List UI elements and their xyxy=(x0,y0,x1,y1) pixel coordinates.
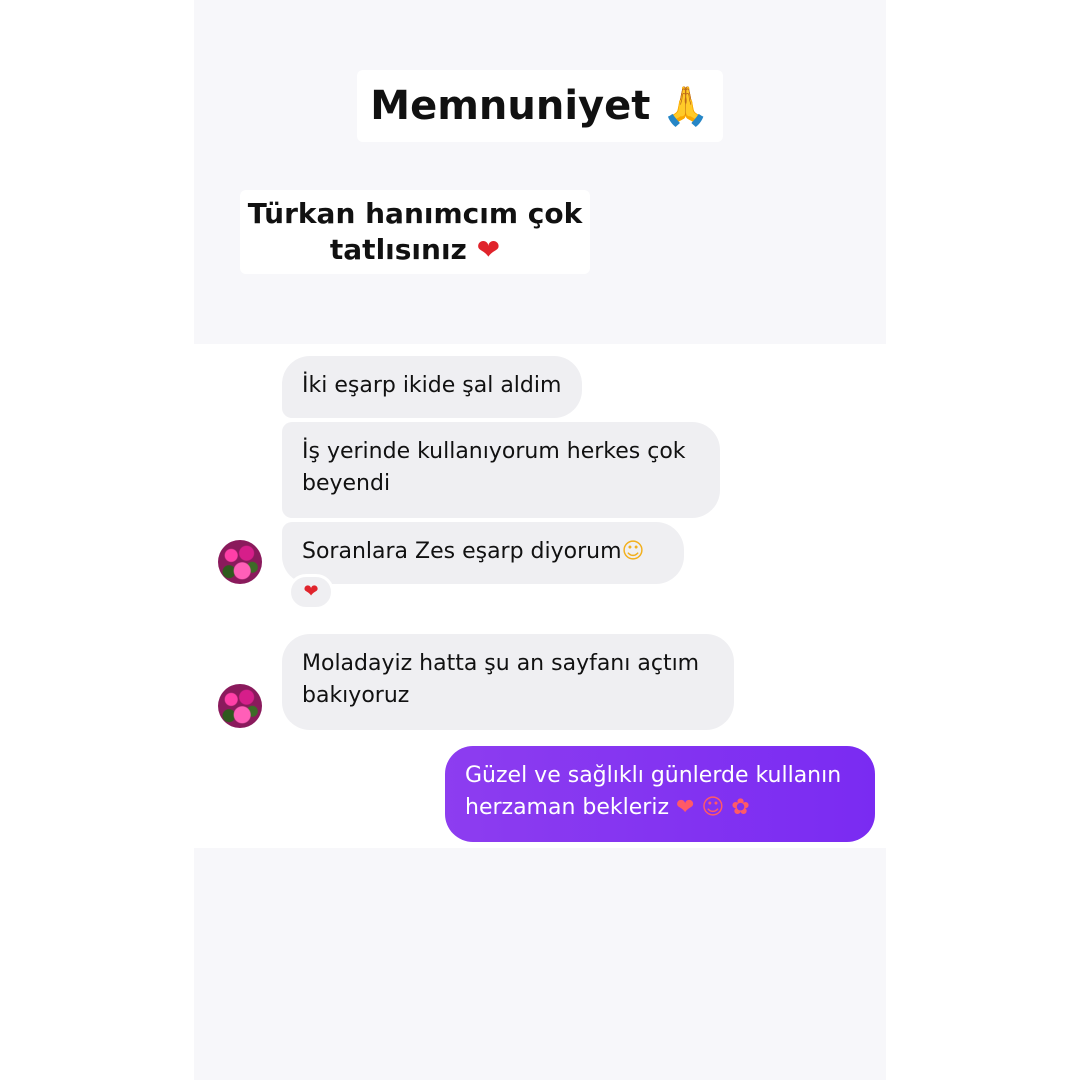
message-bubble[interactable]: Soranlara Zes eşarp diyorum☺ xyxy=(282,522,684,584)
emoji-group-icon: ❤ ☺ ✿ xyxy=(676,795,750,820)
story-frame: Memnuniyet 🙏 Türkan hanımcım çok tatlısın… xyxy=(194,0,886,1080)
chat-screenshot: İki eşarp ikide şal aldim İş yerinde kul… xyxy=(194,344,886,848)
message-text-line-2-text: herzaman bekleriz xyxy=(465,795,669,820)
message-text-line-2: beyendi xyxy=(302,471,391,496)
caption-line-1: Türkan hanımcım çok xyxy=(247,197,583,230)
smiling-face-icon: ☺ xyxy=(621,539,645,564)
sender-avatar[interactable] xyxy=(218,684,262,728)
message-text-line-1: Güzel ve sağlıklı günlerde kullanın xyxy=(465,763,842,788)
message-bubble[interactable]: İki eşarp ikide şal aldim xyxy=(282,356,582,418)
caption-line-2: tatlısınız ❤ xyxy=(240,232,590,268)
sender-avatar[interactable] xyxy=(218,540,262,584)
pray-hands-icon: 🙏 xyxy=(662,84,710,128)
message-bubble[interactable]: İş yerinde kullanıyorum herkes çok beyen… xyxy=(282,422,720,518)
caption-sticker: Türkan hanımcım çok tatlısınız ❤ xyxy=(240,190,590,274)
message-text-line-1: İş yerinde kullanıyorum herkes çok xyxy=(302,439,686,464)
heart-icon: ❤ xyxy=(476,233,501,266)
message-text: İki eşarp ikide şal aldim xyxy=(302,373,562,398)
caption-line-2-text: tatlısınız xyxy=(329,233,467,266)
message-text-line-2: bakıyoruz xyxy=(302,683,410,708)
heart-reaction[interactable]: ❤ xyxy=(288,574,334,610)
title-sticker: Memnuniyet 🙏 xyxy=(357,70,723,142)
heart-reaction-icon: ❤ xyxy=(303,581,319,602)
message-text: Soranlara Zes eşarp diyorum xyxy=(302,539,622,564)
title-text: Memnuniyet xyxy=(370,83,651,129)
message-bubble[interactable]: Moladayiz hatta şu an sayfanı açtım bakı… xyxy=(282,634,734,730)
message-text-line-1: Moladayiz hatta şu an sayfanı açtım xyxy=(302,651,700,676)
message-text-line-2: herzaman bekleriz ❤ ☺ ✿ xyxy=(465,792,855,824)
message-bubble-outgoing[interactable]: Güzel ve sağlıklı günlerde kullanın herz… xyxy=(445,746,875,842)
